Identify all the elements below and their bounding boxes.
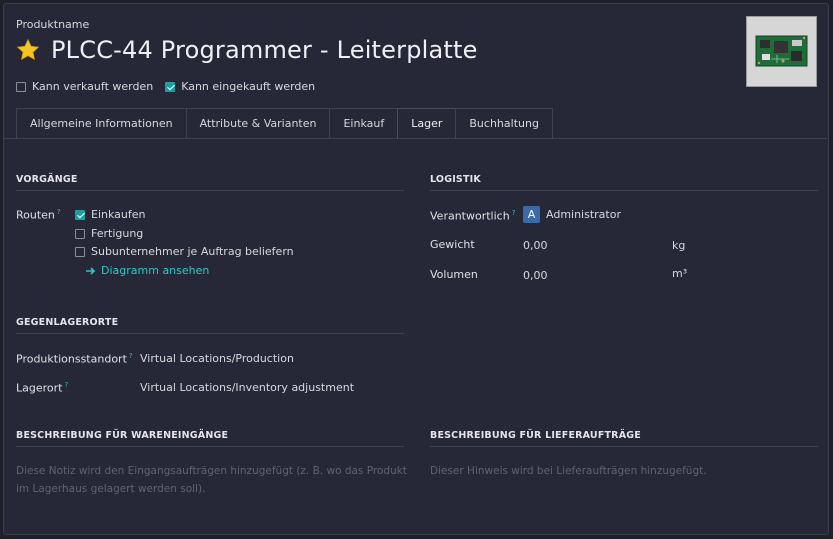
can-sell-label: Kann verkauft werden bbox=[32, 80, 154, 93]
production-location-label: Produktionsstandort? bbox=[16, 352, 133, 366]
can-sell-option[interactable]: Kann verkauft werden bbox=[16, 80, 153, 93]
product-name-label: Produktname bbox=[16, 18, 90, 31]
arrow-right-icon bbox=[86, 266, 96, 275]
route-subcontract[interactable]: Subunternehmer je Auftrag beliefern bbox=[75, 245, 294, 258]
weight-input[interactable]: 0,00 bbox=[523, 239, 548, 252]
tab-attributes-variants[interactable]: Attribute & Varianten bbox=[185, 108, 330, 139]
circuit-board-image bbox=[755, 35, 808, 67]
route-purchase-label: Einkaufen bbox=[91, 208, 146, 221]
receipts-description-input[interactable]: Diese Notiz wird den Eingangsaufträgen h… bbox=[16, 462, 407, 498]
route-purchase-checkbox[interactable] bbox=[75, 209, 85, 220]
responsible-value: Administrator bbox=[546, 208, 621, 221]
tab-general-information[interactable]: Allgemeine Informationen bbox=[16, 108, 186, 139]
operations-section-title: VORGÄNGE bbox=[16, 174, 404, 191]
inventory-location-label: Lagerort? bbox=[16, 381, 68, 395]
view-diagram-link[interactable]: Diagramm ansehen bbox=[85, 264, 209, 277]
routes-label-text: Routen bbox=[16, 208, 55, 222]
can-sell-checkbox[interactable] bbox=[16, 81, 26, 92]
counterpart-locations-title: GEGENLAGERORTE bbox=[16, 317, 404, 334]
volume-input[interactable]: 0,00 bbox=[523, 269, 548, 282]
sale-purchase-checkboxes: Kann verkauft werden Kann eingekauft wer… bbox=[16, 80, 327, 93]
tab-purchase[interactable]: Einkauf bbox=[329, 108, 398, 139]
can-buy-checkbox[interactable] bbox=[165, 81, 176, 92]
can-buy-label: Kann eingekauft werden bbox=[181, 80, 316, 93]
responsible-label: Verantwortlich? bbox=[430, 209, 515, 223]
route-purchase[interactable]: Einkaufen bbox=[75, 208, 145, 221]
volume-unit: m³ bbox=[672, 267, 688, 280]
routes-help-icon[interactable]: ? bbox=[57, 208, 61, 216]
receipts-placeholder-line1: Diese Notiz wird den Eingangsaufträgen h… bbox=[16, 465, 407, 477]
view-diagram-label: Diagramm ansehen bbox=[101, 264, 210, 277]
routes-label: Routen? bbox=[16, 208, 61, 222]
star-icon[interactable] bbox=[16, 38, 40, 62]
production-help-icon[interactable]: ? bbox=[129, 352, 133, 360]
route-subcontract-checkbox[interactable] bbox=[75, 246, 85, 257]
title-row: PLCC-44 Programmer - Leiterplatte bbox=[16, 36, 478, 64]
avatar: A bbox=[523, 206, 540, 223]
route-manufacture[interactable]: Fertigung bbox=[75, 227, 143, 240]
tab-accounting[interactable]: Buchhaltung bbox=[455, 108, 553, 139]
tab-divider bbox=[3, 138, 827, 139]
production-location-label-text: Produktionsstandort bbox=[16, 352, 127, 366]
responsible-label-text: Verantwortlich bbox=[430, 209, 510, 223]
tab-inventory[interactable]: Lager bbox=[397, 108, 456, 139]
inventory-location-value[interactable]: Virtual Locations/Inventory adjustment bbox=[140, 381, 354, 394]
responsible-help-icon[interactable]: ? bbox=[512, 209, 516, 217]
inventory-help-icon[interactable]: ? bbox=[64, 381, 68, 389]
route-subcontract-label: Subunternehmer je Auftrag beliefern bbox=[91, 245, 294, 258]
inventory-location-label-text: Lagerort bbox=[16, 381, 63, 395]
deliveries-description-title: BESCHREIBUNG FÜR LIEFERAUFTRÄGE bbox=[430, 430, 818, 447]
receipts-placeholder-line2: im Lagerhaus gelagert werden soll). bbox=[16, 483, 206, 495]
route-manufacture-label: Fertigung bbox=[91, 227, 144, 240]
product-image[interactable] bbox=[746, 16, 817, 87]
route-manufacture-checkbox[interactable] bbox=[75, 228, 85, 239]
receipts-description-title: BESCHREIBUNG FÜR WARENEINGÄNGE bbox=[16, 430, 404, 447]
logistics-section-title: LOGISTIK bbox=[430, 174, 818, 191]
weight-label: Gewicht bbox=[430, 238, 475, 251]
weight-unit: kg bbox=[672, 239, 686, 252]
responsible-field[interactable]: A Administrator bbox=[523, 206, 621, 223]
can-buy-option[interactable]: Kann eingekauft werden bbox=[165, 80, 315, 93]
deliveries-description-input[interactable]: Dieser Hinweis wird bei Lieferaufträgen … bbox=[430, 462, 707, 480]
product-title[interactable]: PLCC-44 Programmer - Leiterplatte bbox=[51, 36, 478, 64]
volume-label: Volumen bbox=[430, 268, 478, 281]
tab-bar: Allgemeine Informationen Attribute & Var… bbox=[16, 108, 553, 139]
production-location-value[interactable]: Virtual Locations/Production bbox=[140, 352, 294, 365]
